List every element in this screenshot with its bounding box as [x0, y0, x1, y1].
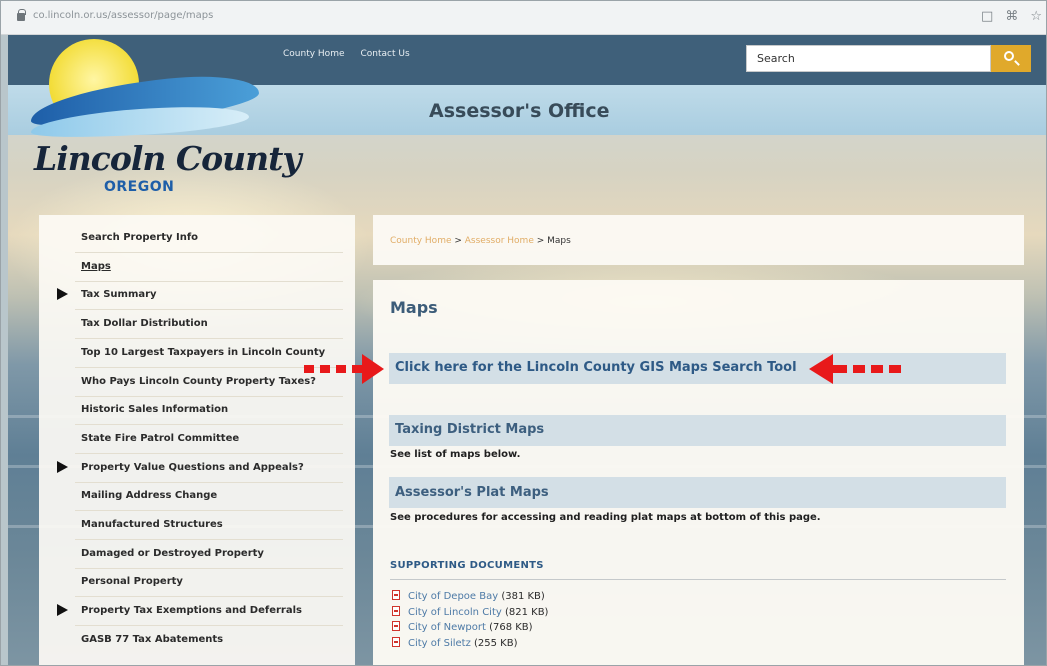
- document-link[interactable]: City of Lincoln City: [408, 607, 502, 618]
- divider: [75, 424, 343, 425]
- search-input[interactable]: Search: [746, 45, 991, 72]
- extension-icon[interactable]: ⌘: [1005, 9, 1018, 24]
- screenshot-frame: co.lincoln.or.us/assessor/page/maps □ ⌘ …: [0, 0, 1047, 666]
- divider: [75, 568, 343, 569]
- divider: [75, 281, 343, 282]
- nav-contact-us[interactable]: Contact Us: [361, 49, 410, 59]
- divider: [75, 510, 343, 511]
- breadcrumb-current: Maps: [547, 236, 571, 246]
- bookmark-icon[interactable]: □: [981, 9, 993, 24]
- breadcrumb-separator: >: [533, 236, 548, 246]
- sidebar-item[interactable]: Tax Summary: [81, 289, 157, 300]
- breadcrumb-separator: >: [451, 236, 465, 246]
- logo-name: Lincoln County: [34, 139, 302, 178]
- sidebar-item[interactable]: Maps: [81, 261, 111, 272]
- plat-maps-heading: Assessor's Plat Maps: [395, 485, 549, 500]
- sidebar-item[interactable]: GASB 77 Tax Abatements: [81, 634, 223, 645]
- sidebar-item[interactable]: Damaged or Destroyed Property: [81, 548, 264, 559]
- annotation-arrow-right-icon: [304, 354, 384, 384]
- pdf-icon: [392, 590, 400, 600]
- pdf-icon: [392, 637, 400, 647]
- breadcrumb: County Home > Assessor Home > Maps: [390, 236, 571, 246]
- divider: [75, 309, 343, 310]
- list-item: City of Siletz (255 KB): [392, 637, 518, 649]
- document-size: (821 KB): [501, 607, 549, 618]
- list-item: City of Depoe Bay (381 KB): [392, 590, 545, 602]
- sidebar-item[interactable]: Search Property Info: [81, 232, 198, 243]
- sidebar-item[interactable]: Tax Dollar Distribution: [81, 318, 208, 329]
- sidebar-item[interactable]: Top 10 Largest Taxpayers in Lincoln Coun…: [81, 347, 325, 358]
- sidebar-item[interactable]: Mailing Address Change: [81, 490, 217, 501]
- document-size: (381 KB): [498, 591, 545, 602]
- expand-arrow-icon[interactable]: [57, 604, 68, 616]
- search-icon: [1004, 51, 1014, 61]
- page-title: Maps: [390, 298, 438, 317]
- browser-address-bar[interactable]: co.lincoln.or.us/assessor/page/maps □ ⌘ …: [1, 1, 1046, 35]
- sidebar-item[interactable]: Personal Property: [81, 576, 183, 587]
- pdf-icon: [392, 621, 400, 631]
- document-link[interactable]: City of Newport: [408, 622, 486, 633]
- sidebar-item[interactable]: Property Value Questions and Appeals?: [81, 462, 304, 473]
- gis-maps-link[interactable]: Click here for the Lincoln County GIS Ma…: [395, 360, 797, 375]
- expand-arrow-icon[interactable]: [57, 461, 68, 473]
- divider: [75, 625, 343, 626]
- divider: [75, 596, 343, 597]
- divider: [75, 367, 343, 368]
- page-section-title: Assessor's Office: [429, 100, 610, 122]
- lock-icon: [17, 9, 26, 21]
- breadcrumb-assessor-home[interactable]: Assessor Home: [465, 236, 534, 246]
- list-item: City of Newport (768 KB): [392, 621, 533, 633]
- sidebar-item[interactable]: Historic Sales Information: [81, 404, 228, 415]
- taxing-district-text: See list of maps below.: [390, 449, 521, 460]
- nav-county-home[interactable]: County Home: [283, 49, 345, 59]
- sidebar-item[interactable]: Property Tax Exemptions and Deferrals: [81, 605, 302, 616]
- sidebar-item[interactable]: Who Pays Lincoln County Property Taxes?: [81, 376, 316, 387]
- list-item: City of Lincoln City (821 KB): [392, 606, 548, 618]
- sidebar-item[interactable]: Manufactured Structures: [81, 519, 223, 530]
- annotation-arrow-left-icon: [809, 354, 901, 384]
- logo-state: OREGON: [104, 179, 175, 195]
- star-icon[interactable]: ☆: [1030, 9, 1042, 24]
- divider: [75, 482, 343, 483]
- divider: [390, 579, 1006, 580]
- divider: [75, 453, 343, 454]
- divider: [75, 539, 343, 540]
- breadcrumb-county-home[interactable]: County Home: [390, 236, 452, 246]
- expand-arrow-icon[interactable]: [57, 288, 68, 300]
- url-text[interactable]: co.lincoln.or.us/assessor/page/maps: [33, 10, 213, 21]
- sidebar-item[interactable]: State Fire Patrol Committee: [81, 433, 239, 444]
- divider: [75, 252, 343, 253]
- plat-maps-text: See procedures for accessing and reading…: [390, 512, 821, 523]
- document-link[interactable]: City of Depoe Bay: [408, 591, 498, 602]
- browser-toolbar-icons: □ ⌘ ☆: [981, 9, 1042, 24]
- taxing-district-heading: Taxing District Maps: [395, 422, 545, 437]
- search-button[interactable]: [991, 45, 1031, 72]
- document-size: (255 KB): [470, 638, 518, 649]
- divider: [75, 396, 343, 397]
- divider: [75, 338, 343, 339]
- supporting-documents-heading: SUPPORTING DOCUMENTS: [390, 560, 544, 571]
- document-link[interactable]: City of Siletz: [408, 638, 471, 649]
- pdf-icon: [392, 606, 400, 616]
- top-nav: County Home Contact Us: [283, 49, 410, 59]
- document-size: (768 KB): [485, 622, 533, 633]
